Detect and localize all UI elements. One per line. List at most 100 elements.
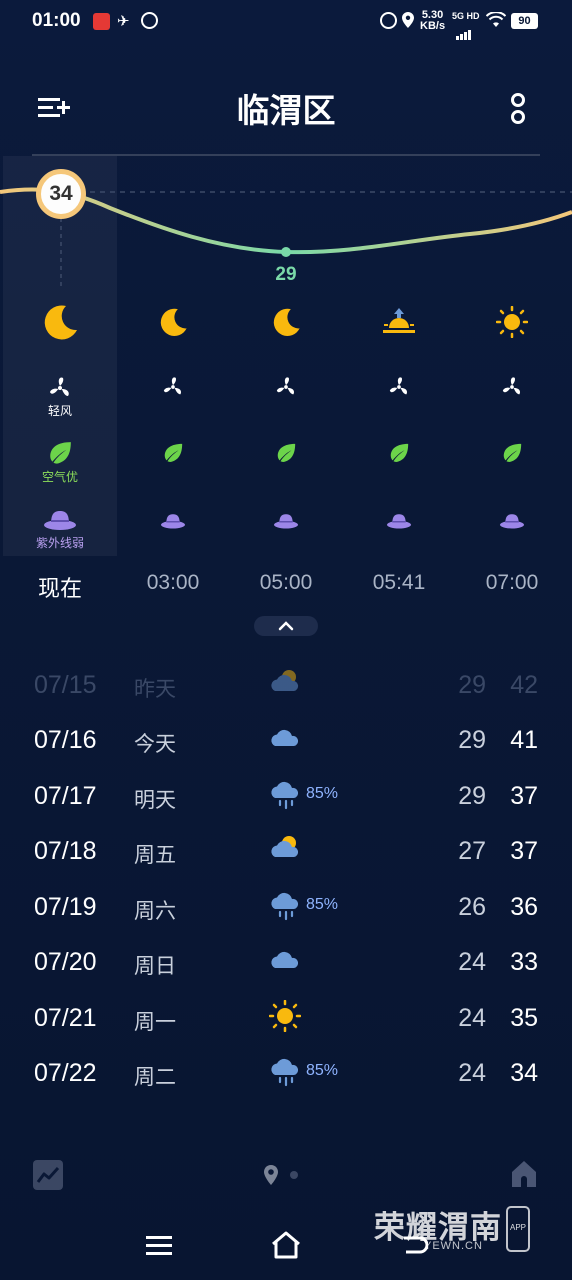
hour-now-wind: 轻风 [3, 376, 117, 419]
daily-row[interactable]: 07/21 周一 24 35 [0, 998, 572, 1038]
daily-low-temp: 24 [458, 948, 486, 976]
daily-date: 07/22 [34, 1059, 97, 1087]
daily-precip: 85% [306, 785, 339, 802]
city-home-button[interactable] [508, 1158, 540, 1190]
sun-hat-icon [500, 514, 524, 529]
daily-low-temp: 29 [458, 671, 486, 699]
leaf-icon [503, 443, 522, 462]
trend-chart-button[interactable] [33, 1160, 63, 1190]
home-icon [512, 1161, 536, 1187]
daily-precip: 85% [306, 1062, 339, 1079]
daily-day-name: 今天 [134, 733, 176, 756]
hour-label-now: 现在 [37, 576, 82, 601]
leaf-icon [390, 443, 409, 462]
daily-row[interactable]: 07/18 周五 27 37 [0, 831, 572, 871]
daily-high-temp: 41 [510, 726, 538, 754]
fan-icon [276, 377, 295, 395]
hour-label: 03:00 [146, 571, 200, 594]
partly-cloudy-icon [271, 670, 299, 691]
collapse-toggle-button[interactable] [254, 616, 318, 636]
daily-row[interactable]: 07/22 周二 85% 24 34 [0, 1053, 572, 1093]
daily-high-temp: 34 [510, 1059, 538, 1087]
daily-row[interactable]: 07/16 今天 29 41 [0, 720, 572, 760]
sun-hat-icon [44, 511, 76, 530]
daily-day-name: 昨天 [134, 678, 176, 701]
daily-low-temp: 29 [458, 782, 486, 810]
partly-cloudy-icon [271, 836, 299, 857]
hour-now-uv: 紫外线弱 [3, 508, 117, 551]
battery-indicator: 90 [511, 13, 538, 29]
watermark-logo: 荣耀渭南 YEWN.CN APP [374, 1202, 534, 1256]
hour-0300-air [116, 442, 230, 464]
moon-icon [44, 305, 77, 340]
signal-icon [456, 22, 472, 40]
wifi-icon [486, 12, 506, 27]
trend-chart-icon [36, 1166, 60, 1183]
daily-low-temp: 27 [458, 837, 486, 865]
rain-icon [271, 781, 299, 810]
moon-icon [273, 308, 300, 336]
uv-label: 紫外线弱 [35, 536, 84, 550]
hour-label: 05:00 [259, 571, 313, 594]
nav-home-button[interactable] [270, 1230, 302, 1260]
air-quality-label: 空气优 [41, 470, 78, 484]
daily-day-name: 周一 [134, 1011, 176, 1034]
daily-row[interactable]: 07/15 昨天 29 42 [0, 665, 572, 705]
daily-date: 07/15 [34, 671, 97, 699]
hour-now-weather [3, 302, 117, 342]
location-pin-icon [264, 1165, 298, 1185]
app-notification-icon [93, 13, 110, 30]
fan-icon [389, 377, 408, 395]
hour-0541-uv [342, 512, 456, 530]
sun-hat-icon [387, 514, 411, 529]
leaf-icon [164, 443, 183, 462]
leaf-icon [277, 443, 296, 462]
hour-label: 05:41 [372, 571, 426, 594]
hour-0500-air [229, 442, 343, 464]
hour-0500-uv [229, 512, 343, 530]
alarm-icon [380, 12, 397, 29]
daily-low-temp: 24 [458, 1059, 486, 1087]
min-temp-label: 29 [275, 264, 297, 285]
chevron-up-icon [278, 621, 294, 631]
network-speed-unit: KB/s [420, 20, 446, 32]
hour-0300-uv [116, 512, 230, 530]
daily-day-name: 明天 [134, 789, 176, 812]
daily-high-temp: 33 [510, 948, 538, 976]
hour-0300-wind [116, 376, 230, 398]
watermark-app-badge: APP [506, 1206, 530, 1252]
nav-menu-button[interactable] [146, 1234, 172, 1256]
daily-low-temp: 29 [458, 726, 486, 754]
daily-row[interactable]: 07/17 明天 85% 29 37 [0, 776, 572, 816]
daily-date: 07/18 [34, 837, 97, 865]
hour-0541-wind [342, 376, 456, 398]
rain-icon [271, 1058, 299, 1087]
watermark-url: YEWN.CN [424, 1240, 483, 1252]
daily-date: 07/19 [34, 893, 97, 921]
sun-icon [269, 1000, 301, 1032]
rain-icon [271, 892, 299, 921]
status-time: 01:00 [32, 10, 81, 31]
hour-0700-uv [455, 512, 569, 530]
sun-icon [496, 306, 528, 338]
sunrise-icon [383, 308, 415, 333]
airplane-notification-icon: ✈ [117, 13, 130, 30]
fan-icon [163, 377, 182, 395]
more-options-button[interactable] [506, 92, 530, 126]
city-list-button[interactable] [38, 94, 72, 122]
status-bar: 01:00 ✈ 5.30 KB/s 5G HD 90 [0, 0, 572, 44]
moon-icon [160, 308, 187, 336]
wind-label: 轻风 [47, 404, 72, 418]
cloudy-icon [271, 951, 299, 968]
daily-date: 07/16 [34, 726, 97, 754]
hour-0500-weather [229, 306, 343, 338]
network-type: 5G HD [452, 11, 480, 21]
daily-row[interactable]: 07/20 周日 24 33 [0, 942, 572, 982]
daily-high-temp: 42 [510, 671, 538, 699]
daily-high-temp: 36 [510, 893, 538, 921]
hour-now-air: 空气优 [3, 440, 117, 485]
hour-0700-air [455, 442, 569, 464]
network-speed: 5.30 KB/s [420, 10, 445, 32]
daily-row[interactable]: 07/19 周六 85% 26 36 [0, 887, 572, 927]
notification-icon [141, 12, 158, 29]
